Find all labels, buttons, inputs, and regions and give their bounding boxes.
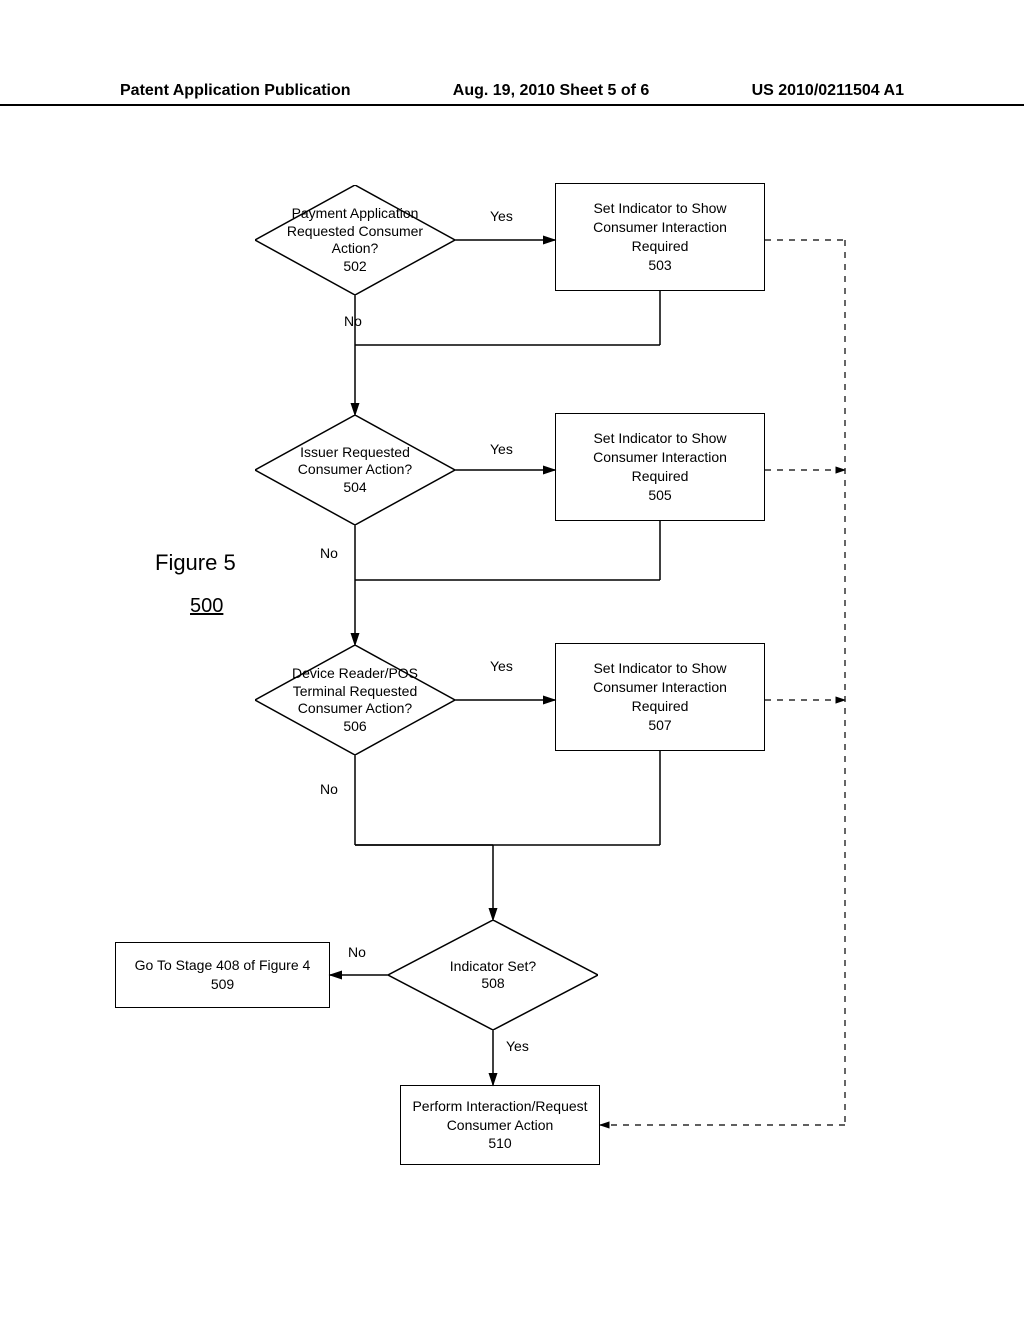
- flowchart-canvas: Figure 5 500 Payment Application Request…: [0, 120, 1024, 1280]
- process-503-label: Set Indicator to Show Consumer Interacti…: [566, 199, 754, 275]
- process-510: Perform Interaction/Request Consumer Act…: [400, 1085, 600, 1165]
- label-no-508: No: [348, 944, 366, 960]
- process-507-label: Set Indicator to Show Consumer Interacti…: [566, 659, 754, 735]
- label-no-504: No: [320, 545, 338, 561]
- patent-header: Patent Application Publication Aug. 19, …: [0, 78, 1024, 106]
- label-yes-504: Yes: [490, 441, 513, 457]
- label-yes-502: Yes: [490, 208, 513, 224]
- process-510-label: Perform Interaction/Request Consumer Act…: [411, 1097, 589, 1154]
- decision-504: Issuer Requested Consumer Action?504: [255, 415, 455, 525]
- label-yes-508: Yes: [506, 1038, 529, 1054]
- decision-502: Payment Application Requested Consumer A…: [255, 185, 455, 295]
- decision-506: Device Reader/POS Terminal Requested Con…: [255, 645, 455, 755]
- decision-502-label: Payment Application Requested Consumer A…: [255, 185, 455, 295]
- process-505: Set Indicator to Show Consumer Interacti…: [555, 413, 765, 521]
- figure-number: 500: [190, 595, 223, 618]
- decision-504-label: Issuer Requested Consumer Action?504: [255, 415, 455, 525]
- process-503: Set Indicator to Show Consumer Interacti…: [555, 183, 765, 291]
- figure-title: Figure 5: [155, 550, 236, 576]
- label-no-502: No: [344, 313, 362, 329]
- decision-506-label: Device Reader/POS Terminal Requested Con…: [255, 645, 455, 755]
- label-no-506: No: [320, 781, 338, 797]
- process-509-label: Go To Stage 408 of Figure 4509: [135, 956, 311, 994]
- patent-number: US 2010/0211504 A1: [752, 82, 904, 100]
- process-505-label: Set Indicator to Show Consumer Interacti…: [566, 429, 754, 505]
- label-yes-506: Yes: [490, 658, 513, 674]
- sheet-info: Aug. 19, 2010 Sheet 5 of 6: [453, 82, 650, 100]
- decision-508-label: Indicator Set?508: [388, 920, 598, 1030]
- process-509: Go To Stage 408 of Figure 4509: [115, 942, 330, 1008]
- process-507: Set Indicator to Show Consumer Interacti…: [555, 643, 765, 751]
- publication-label: Patent Application Publication: [120, 82, 351, 100]
- decision-508: Indicator Set?508: [388, 920, 598, 1030]
